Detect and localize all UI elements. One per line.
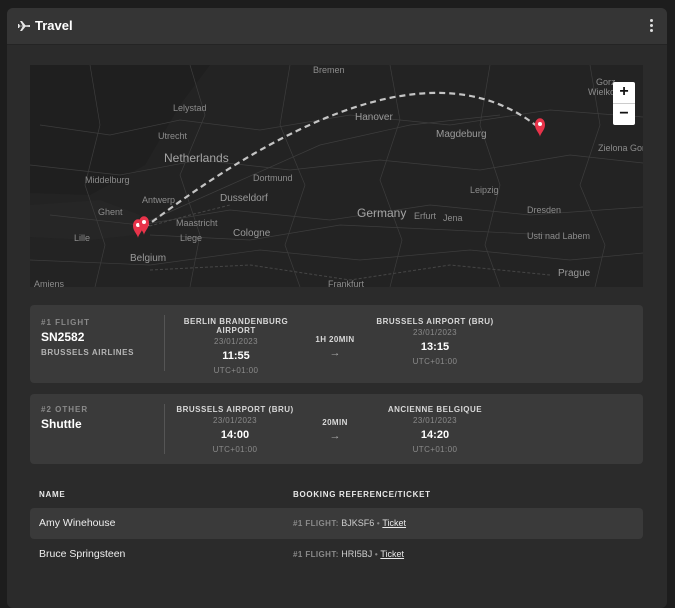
departure-time: 14:00 — [220, 429, 250, 441]
leg-duration: 20MIN → — [305, 418, 365, 442]
passenger-name: Amy Winehouse — [39, 517, 116, 529]
travel-panel: Travel Bremen Lelystad Utrecht Netherlan… — [7, 8, 667, 608]
map-label: Dusseldorf — [220, 193, 268, 204]
leg-kind: #2 OTHER — [41, 405, 89, 414]
map-label: Dortmund — [253, 173, 293, 183]
zoom-in-button[interactable]: + — [613, 82, 635, 103]
leg-kind: #1 FLIGHT — [41, 318, 91, 327]
panel-title: Travel — [35, 18, 73, 33]
departure-date: 23/01/2023 — [212, 416, 258, 425]
separator: • — [376, 519, 381, 528]
carrier-name: BRUSSELS AIRLINES — [41, 348, 135, 357]
map-label: Lelystad — [173, 103, 207, 113]
departure-timezone: UTC+01:00 — [213, 366, 259, 375]
leg-duration: 1H 20MIN → — [305, 335, 365, 359]
map-label: Lille — [74, 233, 91, 243]
table-row: Bruce Springsteen #1 FLIGHT: HRI5BJ • Ti… — [30, 539, 643, 570]
panel-header: Travel — [7, 8, 667, 45]
arrival: ANCIENNE BELGIQUE 23/01/2023 14:20 UTC+0… — [375, 405, 495, 454]
departure-date: 23/01/2023 — [213, 337, 259, 346]
map-label: Antwerp — [142, 195, 176, 205]
map-label: Usti nad Labem — [527, 231, 591, 241]
arrival-location: BRUSSELS AIRPORT (BRU) — [376, 317, 494, 326]
arrival-timezone: UTC+01:00 — [412, 357, 458, 366]
leg-reference-label: #1 FLIGHT: — [293, 519, 339, 528]
arrival: BRUSSELS AIRPORT (BRU) 23/01/2023 13:15 … — [370, 317, 500, 366]
flight-number: SN2582 — [41, 330, 85, 344]
divider — [164, 404, 165, 454]
map-label: Jena — [443, 213, 463, 223]
arrow-right-icon: → — [329, 430, 341, 442]
leg-card: #2 OTHER Shuttle BRUSSELS AIRPORT (BRU) … — [30, 394, 643, 464]
booking-reference: #1 FLIGHT: BJKSF6 • Ticket — [293, 518, 406, 528]
map-label: Erfurt — [414, 211, 437, 221]
map-label: Zielona Gor — [598, 143, 643, 153]
departure-location: BRUSSELS AIRPORT (BRU) — [176, 405, 294, 414]
arrival-location: ANCIENNE BELGIQUE — [387, 405, 483, 414]
arrival-timezone: UTC+01:00 — [412, 445, 458, 454]
arrival-time: 13:15 — [420, 341, 450, 353]
arrow-right-icon: → — [329, 347, 341, 359]
map-label: Germany — [357, 206, 407, 220]
booking-code: HRI5BJ — [341, 549, 373, 559]
leg-summary: #2 OTHER Shuttle — [41, 405, 161, 431]
column-header-name: NAME — [39, 490, 66, 499]
map-label: Liege — [180, 233, 203, 243]
ticket-link[interactable]: Ticket — [382, 518, 406, 528]
map-label: Hanover — [355, 112, 393, 123]
leg-reference-label: #1 FLIGHT: — [293, 550, 339, 559]
more-vertical-icon[interactable] — [649, 19, 653, 33]
zoom-control: + − — [613, 82, 635, 125]
route-map[interactable]: Bremen Lelystad Utrecht Netherlands Hano… — [30, 65, 643, 287]
departure-time: 11:55 — [222, 350, 250, 362]
zoom-out-button[interactable]: − — [613, 103, 635, 125]
map-label: Netherlands — [164, 151, 229, 165]
map-label: Amiens — [34, 279, 65, 287]
table-row: Amy Winehouse #1 FLIGHT: BJKSF6 • Ticket — [30, 508, 643, 539]
map-marker-icon — [535, 118, 545, 137]
transport-name: Shuttle — [41, 417, 82, 431]
map-label: Magdeburg — [436, 129, 487, 140]
map-label: Bremen — [313, 65, 345, 75]
leg-summary: #1 FLIGHT SN2582 BRUSSELS AIRLINES — [41, 318, 161, 357]
map-label: Maastricht — [176, 218, 218, 228]
map-label: Dresden — [527, 205, 562, 215]
duration-value: 20MIN — [322, 418, 348, 427]
separator: • — [374, 550, 379, 559]
duration-value: 1H 20MIN — [315, 335, 355, 344]
plane-icon — [18, 21, 30, 31]
column-header-booking: BOOKING REFERENCE/TICKET — [293, 490, 431, 499]
arrival-date: 23/01/2023 — [412, 328, 458, 337]
arrival-date: 23/01/2023 — [412, 416, 458, 425]
arrival-time: 14:20 — [420, 429, 450, 441]
map-label: Middelburg — [85, 175, 130, 185]
map-label: Frankfurt — [328, 279, 365, 287]
booking-code: BJKSF6 — [341, 518, 375, 528]
map-label: Cologne — [233, 228, 271, 239]
map-label: Ghent — [98, 207, 123, 217]
passenger-name: Bruce Springsteen — [39, 548, 126, 560]
departure-timezone: UTC+01:00 — [212, 445, 258, 454]
divider — [164, 315, 165, 371]
leg-card: #1 FLIGHT SN2582 BRUSSELS AIRLINES BERLI… — [30, 305, 643, 383]
departure-location: BERLIN BRANDENBURG AIRPORT — [183, 317, 289, 335]
departure: BRUSSELS AIRPORT (BRU) 23/01/2023 14:00 … — [176, 405, 294, 454]
ticket-link[interactable]: Ticket — [380, 549, 404, 559]
map-label: Prague — [558, 268, 591, 279]
map-label: Utrecht — [158, 131, 188, 141]
booking-reference: #1 FLIGHT: HRI5BJ • Ticket — [293, 549, 404, 559]
departure: BERLIN BRANDENBURG AIRPORT 23/01/2023 11… — [180, 317, 292, 375]
map-label: Belgium — [130, 253, 167, 264]
map-label: Leipzig — [470, 185, 499, 195]
